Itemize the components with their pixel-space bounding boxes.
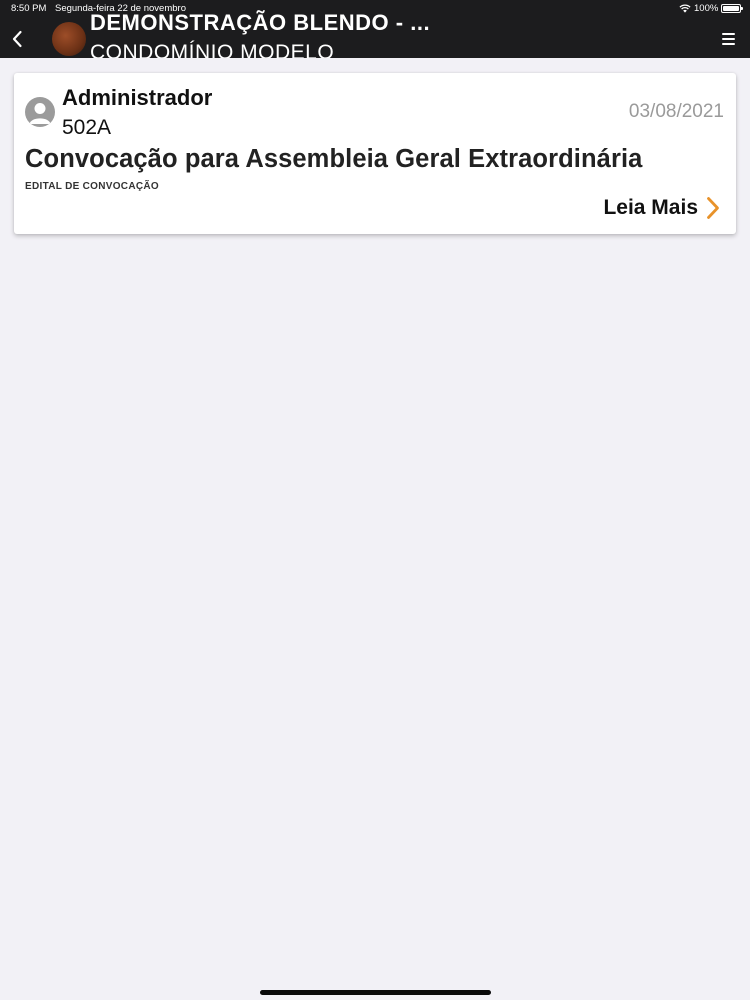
post-card[interactable]: Administrador 502A 03/08/2021 Convocação… (14, 73, 736, 234)
battery-percentage: 100% (694, 3, 719, 14)
status-time: 8:50 PM (11, 3, 47, 14)
user-avatar-icon (25, 97, 55, 127)
home-indicator[interactable] (260, 990, 491, 995)
post-unit: 502A (62, 116, 112, 139)
post-title: Convocação para Assembleia Geral Extraor… (25, 145, 643, 173)
post-date: 03/08/2021 (628, 101, 724, 122)
nav-title: DEMONSTRAÇÃO BLENDO - ... (90, 10, 431, 35)
wifi-icon (679, 4, 691, 13)
nav-subtitle: CONDOMÍNIO MODELO (90, 41, 335, 58)
condo-logo (52, 22, 86, 56)
post-author: Administrador (62, 85, 213, 110)
battery-icon (721, 4, 743, 13)
app-screen: 8:50 PM Segunda-feira 22 de novembro 100… (0, 0, 750, 1000)
read-more-label: Leia Mais (603, 196, 698, 219)
top-bar: 8:50 PM Segunda-feira 22 de novembro 100… (0, 0, 750, 58)
hamburger-menu-button[interactable] (722, 30, 742, 48)
chevron-left-icon (12, 30, 22, 48)
back-button[interactable] (6, 26, 28, 52)
chevron-right-icon (707, 197, 719, 219)
hamburger-menu-icon (722, 33, 735, 35)
post-category: EDITAL DE CONVOCAÇÃO (25, 181, 159, 192)
read-more-link[interactable]: Leia Mais (603, 193, 720, 223)
